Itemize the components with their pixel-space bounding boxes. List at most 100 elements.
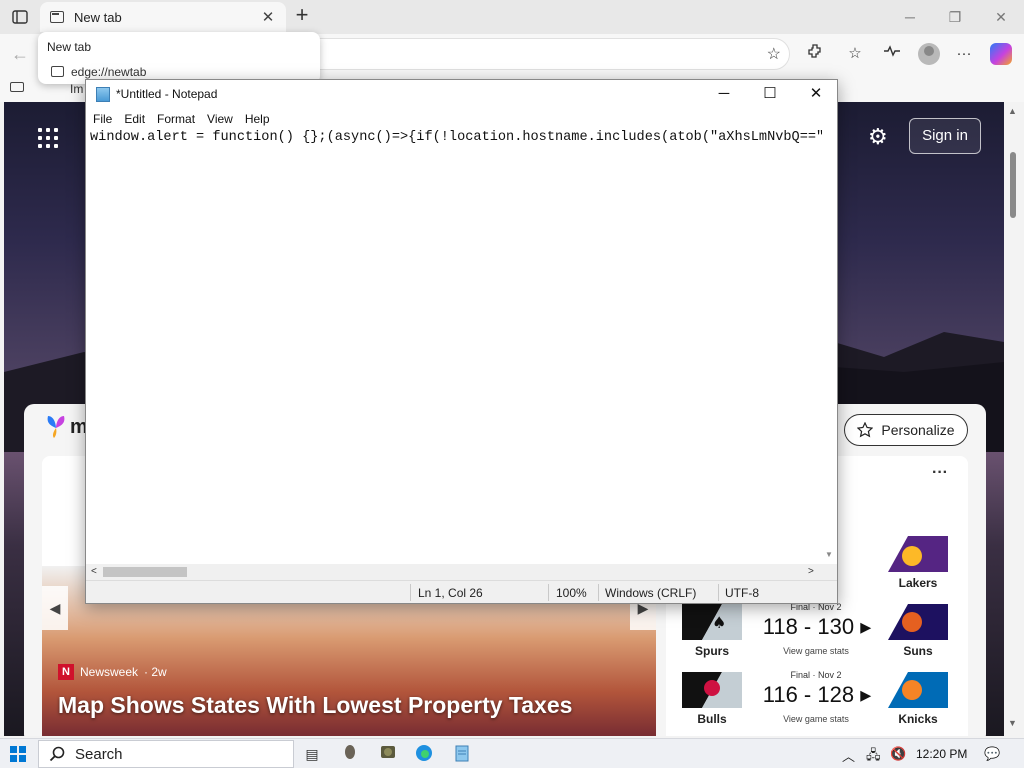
new-tab-button[interactable]: + [290, 4, 314, 28]
newtab-favicon-icon [50, 11, 64, 23]
tab-hover-card: New tab edge://newtab [38, 32, 320, 84]
hero-source: N Newsweek · 2w [58, 664, 167, 680]
volume-muted-icon[interactable]: 🔇 [890, 746, 906, 762]
edge-browser-icon[interactable] [414, 744, 434, 764]
game-row[interactable]: Bulls Final · Nov 2 116 - 128 ▸ View gam… [682, 668, 952, 730]
import-favorites-label[interactable]: Im [70, 82, 83, 96]
tab-actions-menu-button[interactable] [8, 6, 32, 28]
scroll-right-icon[interactable]: > [808, 566, 814, 577]
taskbar-clock[interactable]: 12:20 PM [916, 747, 967, 761]
status-separator [598, 584, 599, 601]
game-score: 118 - 130 ▸ [762, 614, 872, 639]
windows-taskbar: Search ▤ ︿ 🖧 🔇 12:20 PM 💬 [0, 738, 1024, 768]
more-options-icon[interactable]: ··· [953, 43, 975, 65]
copilot-icon[interactable] [990, 43, 1012, 65]
away-team-name: Bulls [697, 712, 727, 726]
scroll-left-icon[interactable]: < [91, 566, 97, 577]
msn-butterfly-logo-icon [47, 416, 65, 438]
start-button[interactable] [10, 746, 26, 762]
page-scrollbar-thumb[interactable] [1010, 152, 1016, 218]
notepad-text-content[interactable]: window.alert = function() {};(async()=>{… [90, 130, 832, 145]
notepad-text-area[interactable]: window.alert = function() {};(async()=>{… [86, 130, 837, 564]
game-stats-link[interactable]: View game stats [766, 646, 866, 656]
menu-view[interactable]: View [207, 112, 233, 126]
page-settings-gear-icon[interactable]: ⚙ [868, 124, 888, 150]
status-separator [410, 584, 411, 601]
notepad-title: *Untitled - Notepad [116, 87, 218, 101]
taskbar-search-box[interactable]: Search [38, 740, 294, 768]
hero-prev-button[interactable]: ◀ [42, 586, 68, 630]
notepad-maximize-button[interactable]: ☐ [750, 83, 790, 105]
scrollbar-corner [822, 564, 837, 580]
extensions-icon[interactable] [804, 43, 826, 65]
notepad-status-bar: Ln 1, Col 26 100% Windows (CRLF) UTF-8 [86, 580, 837, 603]
page-scrollbar[interactable]: ▲ ▼ [1004, 102, 1024, 736]
scroll-up-icon[interactable]: ▲ [1008, 106, 1017, 116]
hover-card-title: New tab [47, 40, 92, 54]
status-zoom: 100% [556, 586, 587, 600]
performance-icon[interactable] [881, 43, 903, 65]
favorite-star-icon[interactable]: ☆ [767, 44, 781, 64]
home-team-name: Suns [903, 644, 933, 658]
notepad-menubar: File Edit Format View Help [86, 108, 837, 130]
taskbar-app-icon[interactable] [378, 744, 398, 764]
browser-tab-bar: New tab ✕ + ─ ❐ ✕ [0, 0, 1024, 34]
sign-in-button[interactable]: Sign in [909, 118, 981, 154]
status-separator [548, 584, 549, 601]
profile-avatar[interactable] [918, 43, 940, 65]
knicks-logo-icon [888, 672, 948, 708]
bulls-logo-icon [682, 672, 742, 708]
taskbar-app-icon[interactable] [340, 744, 360, 764]
spurs-logo-icon: ♠ [682, 604, 742, 640]
menu-format[interactable]: Format [157, 112, 195, 126]
sports-more-options-icon[interactable]: ··· [932, 464, 948, 482]
hero-headline[interactable]: Map Shows States With Lowest Property Ta… [58, 692, 572, 719]
scroll-down-icon[interactable]: ▼ [825, 550, 833, 559]
back-button[interactable]: ← [8, 42, 32, 66]
personalize-star-icon [857, 422, 874, 438]
hover-card-url: edge://newtab [71, 65, 147, 79]
home-team-name: Knicks [898, 712, 938, 726]
away-team-name: Spurs [694, 644, 729, 658]
menu-help[interactable]: Help [245, 112, 270, 126]
notepad-minimize-button[interactable]: ─ [704, 83, 744, 105]
menu-file[interactable]: File [93, 112, 112, 126]
status-cursor-position: Ln 1, Col 26 [418, 586, 483, 600]
tab-close-icon[interactable]: ✕ [260, 8, 276, 26]
lakers-logo-icon [888, 536, 948, 572]
address-bar[interactable]: ☆ [300, 38, 790, 70]
game-row[interactable]: ♠ Spurs Final · Nov 2 118 - 130 ▸ View g… [682, 600, 952, 662]
notepad-vertical-scrollbar[interactable]: ▼ [822, 130, 837, 564]
personalize-button[interactable]: Personalize [844, 414, 968, 446]
newtab-url-icon [51, 66, 64, 77]
newsweek-logo-icon: N [58, 664, 74, 680]
svg-text:♠: ♠ [712, 613, 726, 632]
notepad-close-button[interactable]: ✕ [796, 83, 836, 105]
notepad-titlebar[interactable]: *Untitled - Notepad ─ ☐ ✕ [86, 80, 837, 108]
scroll-down-icon[interactable]: ▼ [1008, 718, 1017, 728]
tab-actions-icon [12, 10, 28, 24]
menu-edit[interactable]: Edit [124, 112, 145, 126]
tab-title: New tab [74, 9, 122, 25]
suns-logo-icon [888, 604, 948, 640]
tray-chevron-icon[interactable]: ︿ [842, 746, 855, 765]
restore-button[interactable]: ❐ [940, 6, 970, 28]
hero-source-name: Newsweek [80, 665, 139, 679]
close-window-button[interactable]: ✕ [986, 6, 1016, 28]
apps-launcher-icon[interactable] [38, 128, 58, 148]
game-status: Final · Nov 2 [790, 670, 842, 680]
import-favorites-icon[interactable] [10, 82, 24, 92]
favorites-icon[interactable]: ☆ [844, 43, 866, 65]
network-icon[interactable]: 🖧 [866, 746, 881, 768]
notifications-icon[interactable]: 💬 [984, 746, 1000, 762]
game-stats-link[interactable]: View game stats [766, 714, 866, 724]
horizontal-scrollbar-thumb[interactable] [103, 567, 187, 577]
notepad-horizontal-scrollbar[interactable]: < > [86, 564, 822, 580]
minimize-button[interactable]: ─ [895, 6, 925, 28]
notepad-taskbar-icon[interactable] [452, 744, 472, 764]
task-view-icon[interactable]: ▤ [302, 744, 322, 764]
taskbar-search-label: Search [75, 745, 123, 763]
browser-tab-new-tab[interactable]: New tab ✕ [40, 2, 286, 32]
notepad-app-icon [96, 87, 110, 102]
windows-logo-icon [10, 746, 17, 753]
